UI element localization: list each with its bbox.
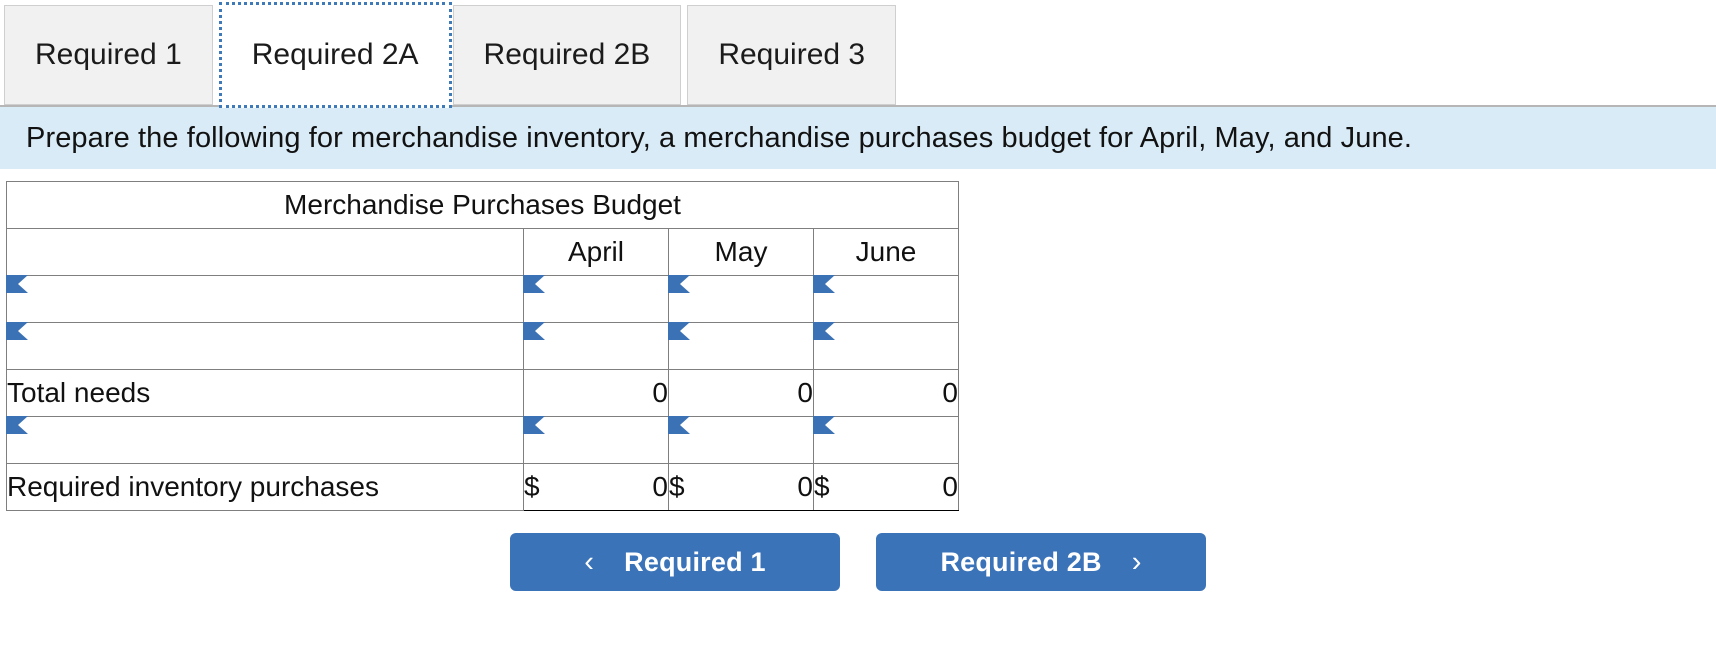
row-2-april-cell[interactable] xyxy=(523,322,669,370)
column-header-may: May xyxy=(668,228,814,276)
row-1-label-cell[interactable] xyxy=(6,275,524,323)
row-2-june-input[interactable] xyxy=(814,323,958,369)
row-2-april-input[interactable] xyxy=(524,323,668,369)
row-4-april-cell[interactable] xyxy=(523,416,669,464)
row-4-may-cell[interactable] xyxy=(668,416,814,464)
tab-required-2a[interactable]: Required 2A xyxy=(218,2,452,108)
currency-symbol: $ xyxy=(669,471,685,502)
tab-required-1[interactable]: Required 1 xyxy=(4,5,213,105)
chevron-left-icon: ‹ xyxy=(584,545,595,578)
instruction-bar: Prepare the following for merchandise in… xyxy=(0,107,1716,169)
row-1-june-cell[interactable] xyxy=(813,275,959,323)
currency-symbol: $ xyxy=(524,471,540,502)
table-row-required-inventory-purchases: Required inventory purchases $ 0 $ 0 $ 0 xyxy=(6,463,959,511)
row-4-april-input[interactable] xyxy=(524,417,668,463)
row-1-label-input[interactable] xyxy=(7,276,523,322)
total-needs-june-value: 0 xyxy=(813,369,959,417)
tab-label: Required 2A xyxy=(251,38,419,71)
previous-required-1-button[interactable]: ‹ Required 1 xyxy=(510,533,840,591)
row-1-june-input[interactable] xyxy=(814,276,958,322)
tab-bar: Required 1 Required 2A Required 2B Requi… xyxy=(0,0,1716,108)
budget-table-container: Merchandise Purchases Budget April May J… xyxy=(0,169,1716,511)
tab-required-3[interactable]: Required 3 xyxy=(687,5,897,105)
navigation-button-row: ‹ Required 1 Required 2B › xyxy=(0,533,1716,591)
total-needs-april-value: 0 xyxy=(523,369,669,417)
column-header-june: June xyxy=(813,228,959,276)
row-1-may-cell[interactable] xyxy=(668,275,814,323)
table-row xyxy=(6,322,959,370)
table-row xyxy=(6,275,959,323)
table-row xyxy=(6,416,959,464)
next-button-label: Required 2B xyxy=(940,546,1102,577)
row-4-may-input[interactable] xyxy=(669,417,813,463)
tab-required-2b[interactable]: Required 2B xyxy=(452,5,682,105)
row-4-label-cell[interactable] xyxy=(6,416,524,464)
row-2-may-cell[interactable] xyxy=(668,322,814,370)
column-header-april: April xyxy=(523,228,669,276)
required-inventory-purchases-label: Required inventory purchases xyxy=(6,463,524,511)
row-1-may-input[interactable] xyxy=(669,276,813,322)
row-4-june-input[interactable] xyxy=(814,417,958,463)
table-title-row: Merchandise Purchases Budget xyxy=(6,181,959,229)
amount: 0 xyxy=(652,471,668,502)
merchandise-purchases-budget-table: Merchandise Purchases Budget April May J… xyxy=(6,181,959,511)
table-title: Merchandise Purchases Budget xyxy=(6,181,959,229)
next-required-2b-button[interactable]: Required 2B › xyxy=(876,533,1206,591)
total-needs-may-value: 0 xyxy=(668,369,814,417)
currency-symbol: $ xyxy=(814,471,830,502)
tab-label: Required 1 xyxy=(35,38,182,71)
table-row-total-needs: Total needs 0 0 0 xyxy=(6,369,959,417)
row-4-label-input[interactable] xyxy=(7,417,523,463)
row-2-label-cell[interactable] xyxy=(6,322,524,370)
required-inventory-purchases-april-value: $ 0 xyxy=(523,463,669,511)
row-1-april-input[interactable] xyxy=(524,276,668,322)
required-inventory-purchases-may-value: $ 0 xyxy=(668,463,814,511)
row-2-june-cell[interactable] xyxy=(813,322,959,370)
tab-label: Required 3 xyxy=(718,38,866,71)
table-column-header-row: April May June xyxy=(6,228,959,276)
row-4-june-cell[interactable] xyxy=(813,416,959,464)
previous-button-label: Required 1 xyxy=(624,546,766,577)
tab-label: Required 2B xyxy=(483,38,651,71)
amount: 0 xyxy=(797,471,813,502)
total-needs-label: Total needs xyxy=(6,369,524,417)
chevron-right-icon: › xyxy=(1131,545,1142,578)
instruction-text: Prepare the following for merchandise in… xyxy=(26,121,1413,154)
amount: 0 xyxy=(942,471,958,502)
row-1-april-cell[interactable] xyxy=(523,275,669,323)
page-root: Required 1 Required 2A Required 2B Requi… xyxy=(0,0,1716,646)
row-2-label-input[interactable] xyxy=(7,323,523,369)
required-inventory-purchases-june-value: $ 0 xyxy=(813,463,959,511)
row-2-may-input[interactable] xyxy=(669,323,813,369)
blank-column-header xyxy=(6,228,524,276)
